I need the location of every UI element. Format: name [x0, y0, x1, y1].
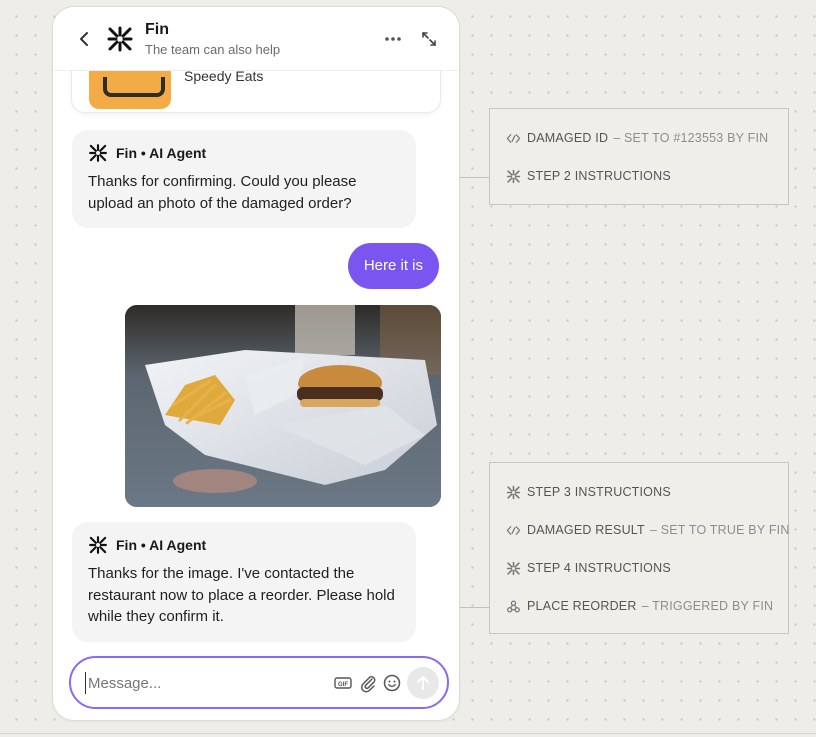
- code-icon: [506, 525, 521, 535]
- agent-message: Fin • AI Agent Thanks for confirming. Co…: [72, 130, 416, 228]
- chat-window: Fin The team can also help Speedy Eats F…: [52, 6, 460, 721]
- log-row: STEP 4 INSTRUCTIONS: [506, 558, 671, 578]
- fin-logo-icon: [506, 485, 521, 499]
- log-row: DAMAGED ID – SET TO #123553 BY FIN: [506, 128, 768, 148]
- log-row: STEP 3 INSTRUCTIONS: [506, 482, 671, 502]
- agent-name: Fin • AI Agent: [116, 145, 207, 161]
- log-label: STEP 4 INSTRUCTIONS: [527, 561, 671, 575]
- fin-logo-icon: [506, 561, 521, 575]
- fin-logo-icon: [506, 169, 521, 183]
- log-detail: – SET TO #123553 BY FIN: [613, 131, 769, 145]
- log-label: DAMAGED RESULT: [527, 523, 645, 537]
- event-log-panel: DAMAGED ID – SET TO #123553 BY FIN STEP …: [489, 108, 789, 205]
- webhook-icon: [507, 600, 520, 612]
- fin-logo-icon: [89, 536, 107, 554]
- log-detail: – TRIGGERED BY FIN: [641, 599, 774, 613]
- log-detail: – SET TO TRUE BY FIN: [649, 523, 790, 537]
- chat-header: Fin The team can also help: [53, 7, 459, 71]
- chevron-left-icon[interactable]: [75, 29, 93, 49]
- chat-title: Fin: [145, 21, 169, 38]
- message-composer: GIF: [69, 656, 449, 709]
- log-label: PLACE REORDER: [527, 599, 637, 613]
- log-row: DAMAGED RESULT – SET TO TRUE BY FIN: [506, 520, 790, 540]
- agent-message-text: Thanks for the image. I've contacted the…: [88, 565, 395, 625]
- connector-line: [458, 607, 489, 608]
- send-button[interactable]: [407, 667, 439, 699]
- log-label: STEP 3 INSTRUCTIONS: [527, 485, 671, 499]
- log-label: DAMAGED ID: [527, 131, 609, 145]
- arrow-up-icon: [417, 676, 429, 690]
- log-row: STEP 2 INSTRUCTIONS: [506, 166, 671, 186]
- agent-name: Fin • AI Agent: [116, 537, 207, 553]
- fin-logo-icon: [89, 144, 107, 162]
- log-row: PLACE REORDER – TRIGGERED BY FIN: [506, 596, 773, 616]
- emoji-icon[interactable]: [382, 673, 402, 693]
- fin-logo-icon: [107, 26, 133, 52]
- more-options-icon[interactable]: [383, 31, 403, 47]
- event-log-panel: STEP 3 INSTRUCTIONS DAMAGED RESULT – SET…: [489, 462, 789, 634]
- agent-message-text: Thanks for confirming. Could you please …: [88, 173, 357, 212]
- user-message: Here it is: [347, 243, 439, 289]
- svg-text:GIF: GIF: [338, 682, 348, 688]
- code-icon: [506, 133, 521, 143]
- attachment-icon[interactable]: [358, 673, 378, 693]
- divider: [0, 733, 816, 734]
- gif-icon[interactable]: GIF: [333, 673, 353, 693]
- connector-line: [458, 177, 489, 178]
- expand-icon[interactable]: [420, 30, 438, 48]
- damaged-order-photo: [125, 305, 441, 507]
- chat-subtitle: The team can also help: [145, 42, 281, 57]
- agent-message: Fin • AI Agent Thanks for the image. I'v…: [72, 522, 416, 642]
- message-input[interactable]: [85, 672, 305, 694]
- log-label: STEP 2 INSTRUCTIONS: [527, 169, 671, 183]
